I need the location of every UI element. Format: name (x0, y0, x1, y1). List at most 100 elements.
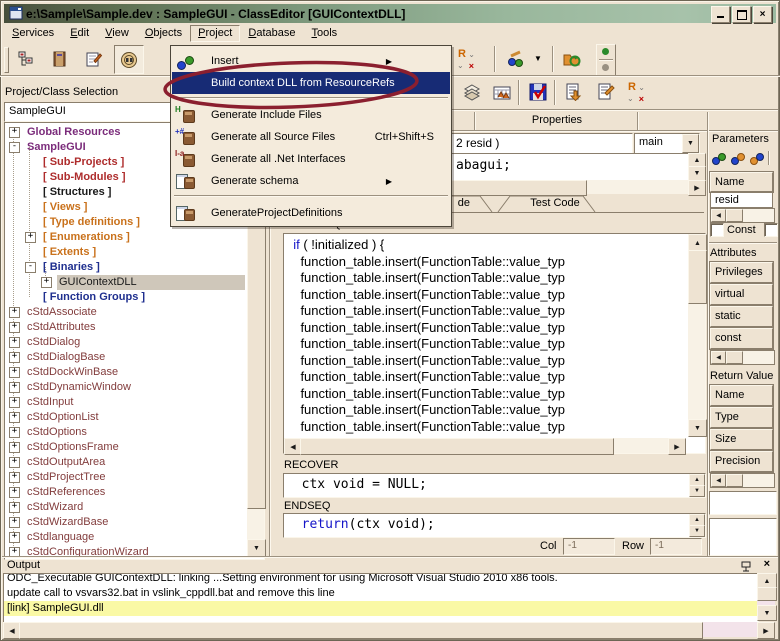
menu-edit[interactable]: Edit (62, 25, 97, 42)
tree-item-cstddialogbase[interactable]: + cStdDialogBase (5, 350, 245, 365)
scroll-down-icon[interactable]: ▼ (688, 419, 707, 437)
combo-dropdown-icon[interactable]: ▼ (682, 134, 699, 153)
second-checkbox[interactable] (764, 223, 778, 237)
output-line[interactable]: [link] SampleGUI.dll (4, 601, 758, 616)
tree-item-cstdattributes[interactable]: +cStdAttributes (5, 320, 245, 335)
reload-project-button[interactable] (558, 45, 586, 72)
parameters-name-header[interactable]: Name (710, 172, 773, 192)
save-button[interactable] (524, 78, 552, 105)
tree-item-label[interactable]: cStdDialog (25, 335, 82, 350)
collapse-icon[interactable]: - (9, 142, 20, 153)
inspect-source-button[interactable] (592, 78, 620, 105)
expand-icon[interactable]: + (9, 442, 20, 453)
property-cell-type[interactable]: Type (710, 407, 773, 428)
expand-icon[interactable]: + (25, 232, 36, 243)
insert-dropdown-button[interactable]: ▼ (530, 45, 546, 72)
tree-item-label[interactable]: GUIContextDLL (57, 275, 245, 290)
scrollbar-thumb[interactable] (688, 250, 707, 304)
schema-update-button[interactable] (488, 78, 516, 105)
tree-item-label[interactable]: SampleGUI (25, 140, 88, 155)
property-cell-precision[interactable]: Precision (710, 451, 773, 472)
tree-item-cstdoptionsframe[interactable]: + cStdOptionsFrame (5, 440, 245, 455)
expand-icon[interactable]: + (9, 517, 20, 528)
tree-item-cstddockwinbase[interactable]: +cStdDockWinBase (5, 365, 245, 380)
edit-parameter-icon[interactable] (730, 151, 746, 167)
toolbar-grip[interactable] (4, 47, 9, 73)
menu-item-generateprojectdefinitions[interactable]: GenerateProjectDefinitions (172, 202, 450, 224)
context-editor-button[interactable] (114, 45, 144, 74)
expand-icon[interactable]: + (9, 352, 20, 363)
edit-class-button[interactable] (80, 45, 108, 72)
tree-item-cstdoptionlist[interactable]: + cStdOptionList (5, 410, 245, 425)
tree-item-label[interactable]: [ Binaries ] (41, 260, 102, 275)
property-cell-name[interactable]: Name (710, 385, 773, 406)
insert-object-button[interactable] (502, 45, 530, 72)
tree-item-label[interactable]: [ Type definitions ] (41, 215, 142, 230)
tree-item-cstdprojecttree[interactable]: +cStdProjectTree (5, 470, 245, 485)
tree-item-label[interactable]: cStdAssociate (25, 305, 99, 320)
scroll-down-icon[interactable]: ▼ (247, 539, 266, 557)
output-line[interactable]: update call to vsvars32.bat in vslink_cp… (4, 586, 758, 601)
tree-item-label[interactable]: cStdDynamicWindow (25, 380, 133, 395)
title-bar[interactable]: e:\Sample\Sample.dev : SampleGUI - Class… (4, 4, 776, 23)
tree-item-cstdlanguage[interactable]: +cStdlanguage (5, 530, 245, 545)
menu-item-generate-all-source-files[interactable]: +#Generate all Source FilesCtrl+Shift+S (172, 126, 450, 148)
expand-icon[interactable]: + (9, 412, 20, 423)
minimize-button[interactable] (711, 6, 730, 23)
scrollbar-thumb[interactable] (726, 351, 743, 364)
refresh-resources-button[interactable]: R ⌄ ⌄ × (452, 45, 480, 72)
tree-item-cstdreferences[interactable]: +cStdReferences (5, 485, 245, 500)
menu-item-generate-all-net-interfaces[interactable]: I-aGenerate all .Net Interfaces (172, 148, 450, 170)
parameters-hscrollbar[interactable]: ◀ (710, 208, 775, 223)
output-close-icon[interactable]: × (764, 558, 770, 570)
tree-item--extents-[interactable]: [ Extents ] (5, 245, 245, 260)
tab-test-code[interactable]: Test Code (510, 197, 600, 209)
add-parameter-icon[interactable] (711, 151, 727, 167)
menu-item-generate-schema[interactable]: Generate schema▶ (172, 170, 450, 192)
tab-properties[interactable]: Properties (477, 114, 637, 126)
tree-item-cstdoptions[interactable]: +cStdOptions (5, 425, 245, 440)
tree-item-label[interactable]: [ Sub-Modules ] (41, 170, 128, 185)
tree-item-label[interactable]: cStdDialogBase (25, 350, 107, 365)
expand-icon[interactable]: + (9, 472, 20, 483)
tree-item-label[interactable]: [ Enumerations ] (41, 230, 132, 245)
scrollbar-thumb[interactable] (726, 209, 743, 222)
expand-icon[interactable]: + (41, 277, 52, 288)
sidebar-field-2[interactable] (709, 518, 777, 556)
scroll-left-icon[interactable]: ◀ (711, 209, 726, 222)
menu-database[interactable]: Database (240, 25, 303, 42)
tree-item-label[interactable]: cStdOptionsFrame (25, 440, 121, 455)
refresh-generate-button[interactable]: R ⌄ ⌄ × (622, 78, 650, 105)
expand-icon[interactable]: + (9, 307, 20, 318)
maximize-button[interactable] (732, 6, 751, 23)
tree-item-label[interactable]: cStdOptionList (25, 410, 101, 425)
tree-item-label[interactable]: [ Views ] (41, 200, 89, 215)
parameter-name-value[interactable]: resid (710, 193, 773, 208)
collapse-icon[interactable]: - (25, 262, 36, 273)
class-tree-button[interactable] (12, 45, 40, 72)
tree-item-cstddialog[interactable]: +cStdDialog (5, 335, 245, 350)
scroll-down-icon[interactable]: ▼ (689, 485, 705, 497)
scroll-left-icon[interactable]: ◀ (711, 351, 726, 364)
const-checkbox[interactable] (710, 223, 724, 237)
tree-item-label[interactable]: [ Function Groups ] (41, 290, 147, 305)
property-cell-size[interactable]: Size (710, 429, 773, 450)
code-editor[interactable]: if ( !initialized ) { function_table.ins… (283, 233, 706, 454)
tree-item-label[interactable]: [ Structures ] (41, 185, 113, 200)
menu-project[interactable]: Project (190, 25, 240, 42)
expand-icon[interactable]: + (9, 397, 20, 408)
tree-item-label[interactable]: cStdDockWinBase (25, 365, 120, 380)
scrollbar-thumb[interactable] (300, 438, 614, 455)
tree-item-cstdwizard[interactable]: +cStdWizard (5, 500, 245, 515)
tree-item-label[interactable]: cStdWizard (25, 500, 85, 515)
tree-item-label[interactable]: cStdAttributes (25, 320, 97, 335)
expand-icon[interactable]: + (9, 427, 20, 438)
endseq-field[interactable]: return(ctx void); ▲ ▼ (283, 513, 706, 538)
tree-item-cstdassociate[interactable]: + cStdAssociate (5, 305, 245, 320)
property-cell-const[interactable]: const (710, 328, 773, 349)
scrollbar-thumb[interactable] (757, 587, 777, 601)
scroll-down-icon[interactable]: ▼ (688, 166, 706, 181)
tree-item-label[interactable]: cStdReferences (25, 485, 107, 500)
code-vscrollbar[interactable]: ▲ ▼ (688, 234, 705, 437)
tree-item--function-groups-[interactable]: [ Function Groups ] (5, 290, 245, 305)
